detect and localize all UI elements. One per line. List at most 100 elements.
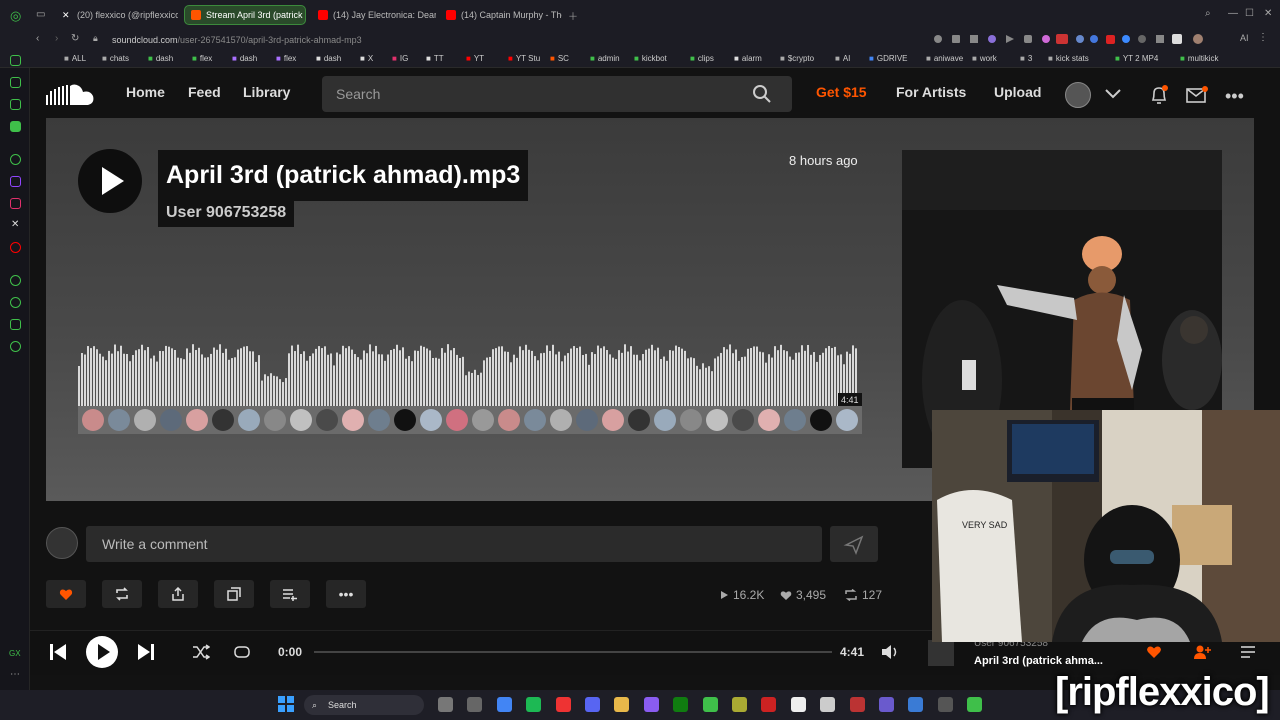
play-button[interactable] — [78, 149, 142, 213]
bookmark-item[interactable]: ■ dash — [232, 50, 257, 68]
comment-avatar[interactable] — [264, 409, 286, 431]
comment-avatar[interactable] — [186, 409, 208, 431]
bookmark-item[interactable]: ■ admin — [590, 50, 620, 68]
task-view-icon[interactable] — [467, 697, 483, 712]
app-icon[interactable] — [643, 697, 659, 712]
file-explorer-icon[interactable] — [438, 697, 453, 712]
minimize-icon[interactable]: — — [1228, 8, 1238, 19]
sidebar-refresh-icon[interactable] — [10, 55, 21, 66]
track-artist[interactable]: User 906753258 — [158, 199, 295, 227]
app-icon[interactable] — [732, 697, 747, 712]
xbox-icon[interactable] — [673, 697, 689, 712]
discord-icon[interactable] — [585, 697, 600, 712]
start-button[interactable] — [278, 696, 294, 717]
follow-button[interactable] — [1193, 644, 1211, 665]
copy-link-button[interactable] — [214, 580, 254, 608]
bookmark-item[interactable]: ■ work — [972, 50, 997, 68]
comment-avatar[interactable] — [784, 409, 806, 431]
upload-link[interactable]: Upload — [994, 84, 1041, 100]
app-icon[interactable] — [761, 697, 777, 712]
app-icon[interactable] — [702, 697, 718, 712]
menu-icon[interactable]: ⋮ — [1258, 32, 1268, 43]
comment-avatar[interactable] — [602, 409, 624, 431]
comment-avatar[interactable] — [82, 409, 104, 431]
x-icon[interactable]: ✕ — [11, 219, 19, 230]
sidebar-app-icon[interactable] — [10, 319, 21, 330]
close-icon[interactable]: ✕ — [1264, 8, 1272, 19]
bookmark-item[interactable]: ■ $crypto — [780, 50, 814, 68]
bookmark-item[interactable]: ■ GDRIVE — [869, 50, 908, 68]
bookmark-item[interactable]: ■ 3 — [1020, 50, 1032, 68]
comment-avatar[interactable] — [134, 409, 156, 431]
search-icon[interactable] — [752, 84, 772, 104]
comment-avatar[interactable] — [446, 409, 468, 431]
comment-avatar[interactable] — [212, 409, 234, 431]
avatar[interactable] — [1065, 82, 1091, 108]
app-icon[interactable] — [790, 697, 806, 712]
volume-button[interactable] — [881, 644, 899, 665]
tab-twitter[interactable]: ✕ (20) flexxico (@ripflexxico — [56, 5, 178, 25]
get-plus-link[interactable]: Get $15 — [816, 84, 867, 100]
app-icon[interactable] — [849, 697, 865, 712]
clock-icon[interactable] — [10, 297, 21, 308]
spotify-icon[interactable] — [526, 697, 542, 712]
new-tab-icon[interactable]: ＋ — [568, 8, 578, 23]
bookmark-item[interactable]: ■ flex — [192, 50, 212, 68]
progress-bar[interactable] — [314, 651, 832, 653]
settings-icon[interactable] — [10, 341, 21, 352]
app-icon[interactable] — [937, 697, 953, 712]
bookmark-item[interactable]: ■ TT — [426, 50, 444, 68]
queue-button[interactable] — [1240, 645, 1256, 664]
like-count[interactable]: 3,495 — [780, 588, 826, 602]
bookmark-item[interactable]: ■ YT Stu — [508, 50, 540, 68]
soundcloud-logo-icon[interactable] — [46, 83, 96, 112]
player-play-button[interactable] — [86, 636, 118, 668]
bookmark-item[interactable]: ■ dash — [316, 50, 341, 68]
sidebar-app-icon[interactable] — [10, 275, 21, 286]
comment-avatar[interactable] — [394, 409, 416, 431]
for-artists-link[interactable]: For Artists — [896, 84, 966, 100]
bookmark-item[interactable]: ■ IG — [392, 50, 408, 68]
bookmark-item[interactable]: ■ ALL — [64, 50, 86, 68]
like-button[interactable] — [46, 580, 86, 608]
tab-youtube-1[interactable]: (14) Jay Electronica: Dear — [312, 5, 436, 25]
comment-input[interactable] — [102, 526, 802, 562]
bookmark-item[interactable]: ■ SC — [550, 50, 569, 68]
comment-avatar[interactable] — [420, 409, 442, 431]
comment-avatar[interactable] — [316, 409, 338, 431]
repeat-button[interactable] — [233, 644, 251, 665]
comment-avatar[interactable] — [576, 409, 598, 431]
more-actions-button[interactable]: ••• — [326, 580, 366, 608]
chrome-icon[interactable] — [496, 697, 512, 712]
mini-track-title[interactable]: April 3rd (patrick ahma... — [974, 655, 1103, 667]
send-comment-button[interactable] — [830, 526, 878, 562]
share-button[interactable] — [158, 580, 198, 608]
app-icon[interactable] — [879, 697, 894, 712]
nav-library[interactable]: Library — [243, 84, 290, 100]
comment-avatar[interactable] — [550, 409, 572, 431]
youtube-icon[interactable] — [10, 242, 21, 253]
waveform[interactable] — [78, 340, 862, 408]
sidebar-app-icon[interactable] — [10, 77, 21, 88]
tab-menu-icon[interactable]: ▭ — [36, 9, 45, 20]
reload-icon[interactable]: ↻ — [71, 33, 79, 44]
chatgpt-icon[interactable] — [10, 154, 21, 165]
next-button[interactable] — [136, 642, 156, 667]
bookmark-item[interactable]: ■ flex — [276, 50, 296, 68]
app-icon[interactable] — [908, 697, 924, 712]
more-icon[interactable]: ⋯ — [10, 669, 20, 680]
mini-artwork[interactable] — [928, 640, 954, 666]
add-to-playlist-button[interactable] — [270, 580, 310, 608]
mini-like-button[interactable] — [1146, 645, 1162, 664]
comment-avatar[interactable] — [472, 409, 494, 431]
repost-count[interactable]: 127 — [844, 588, 882, 602]
comment-avatar[interactable] — [238, 409, 260, 431]
mail-icon[interactable] — [1186, 86, 1208, 109]
search-icon[interactable]: ⌕ — [1205, 8, 1211, 19]
taskbar-search[interactable]: ⌕ Search — [304, 695, 424, 715]
bell-icon[interactable] — [1149, 84, 1169, 111]
comment-avatar[interactable] — [706, 409, 728, 431]
bookmark-item[interactable]: ■ multikick — [1180, 50, 1219, 68]
comment-avatar[interactable] — [680, 409, 702, 431]
comment-avatar[interactable] — [160, 409, 182, 431]
